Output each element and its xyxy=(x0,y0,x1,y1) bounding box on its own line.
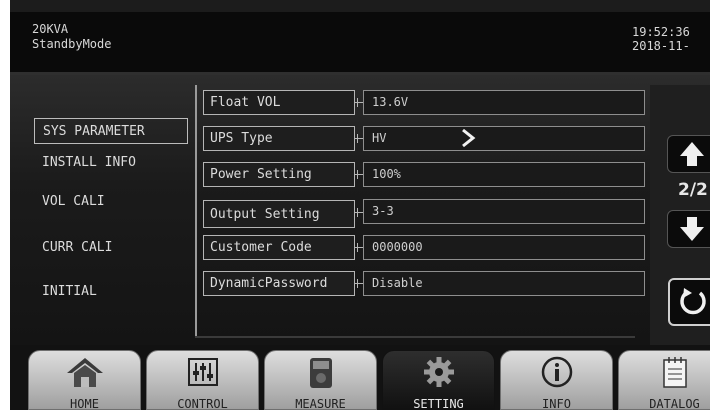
chevron-right-icon[interactable] xyxy=(453,126,483,150)
tab-label: SETTING xyxy=(413,397,464,410)
tab-label: MEASURE xyxy=(295,397,346,410)
row-connector-cap xyxy=(357,170,358,179)
row-connector-cap xyxy=(357,243,358,252)
setting-label-ups-type: UPS Type xyxy=(203,126,355,151)
date-label: 2018-11- xyxy=(632,39,690,53)
page-up-button[interactable] xyxy=(667,135,710,173)
row-connector-cap xyxy=(357,208,358,217)
tab-label: HOME xyxy=(70,397,99,410)
sidebar-item-vol-cali[interactable]: VOL CALI xyxy=(32,189,192,215)
datetime: 19:52:36 2018-11- xyxy=(632,25,690,53)
row-connector-cap xyxy=(357,98,358,107)
tab-info[interactable]: INFO xyxy=(500,350,613,410)
refresh-icon xyxy=(680,288,706,315)
arrow-down-icon xyxy=(680,217,704,241)
page-down-button[interactable] xyxy=(667,210,710,248)
row-connector-cap xyxy=(357,279,358,288)
calendar-icon xyxy=(662,357,687,388)
status-bar: 20KVA StandbyMode 19:52:36 2018-11- xyxy=(10,12,710,75)
home-icon xyxy=(66,358,103,387)
tab-control[interactable]: CONTROL xyxy=(146,350,259,410)
setting-value-output-setting[interactable]: 3-3 xyxy=(363,199,645,224)
tab-label: DATALOG xyxy=(649,397,700,410)
ups-screen: 20KVA StandbyMode 19:52:36 2018-11- SYS … xyxy=(10,0,710,410)
sidebar-item-initial[interactable]: INITIAL xyxy=(32,279,192,305)
tab-datalog[interactable]: DATALOG xyxy=(618,350,710,410)
model-label: 20KVA xyxy=(32,22,69,36)
sidebar-item-install-info[interactable]: INSTALL INFO xyxy=(32,150,192,176)
setting-value-ups-type[interactable]: HV xyxy=(363,126,645,151)
tab-label: INFO xyxy=(542,397,571,410)
setting-value-customer-code[interactable]: 0000000 xyxy=(363,235,645,260)
arrow-up-icon xyxy=(680,142,704,166)
page-indicator: 2/2 xyxy=(678,180,708,200)
meter-icon xyxy=(309,358,332,388)
status-left: 20KVA StandbyMode xyxy=(32,22,111,52)
tab-label: CONTROL xyxy=(177,397,228,410)
setting-label-power-setting: Power Setting xyxy=(203,162,355,187)
refresh-button[interactable] xyxy=(668,278,710,326)
tab-home[interactable]: HOME xyxy=(28,350,141,410)
setting-value-float-vol[interactable]: 13.6V xyxy=(363,90,645,115)
tab-measure[interactable]: MEASURE xyxy=(264,350,377,410)
panel-bottom-border xyxy=(195,336,635,338)
setting-label-customer-code: Customer Code xyxy=(203,235,355,260)
setting-value-power-setting[interactable]: 100% xyxy=(363,162,645,187)
sliders-icon xyxy=(187,358,218,386)
setting-value-dynamic-password[interactable]: Disable xyxy=(363,271,645,296)
sidebar-item-curr-cali[interactable]: CURR CALI xyxy=(32,235,192,261)
setting-label-float-vol: Float VOL xyxy=(203,90,355,115)
row-connector-cap xyxy=(357,134,358,143)
gear-icon xyxy=(423,357,454,387)
info-icon xyxy=(541,356,572,388)
tab-setting[interactable]: SETTING xyxy=(382,350,495,410)
time-label: 19:52:36 xyxy=(632,25,690,39)
sidebar-item-sys-parameter[interactable]: SYS PARAMETER xyxy=(34,118,188,144)
mode-label: StandbyMode xyxy=(32,37,112,51)
sidebar-divider xyxy=(195,85,197,337)
setting-label-output-setting: Output Setting xyxy=(203,200,355,228)
setting-label-dynamic-password: DynamicPassword xyxy=(203,271,355,296)
